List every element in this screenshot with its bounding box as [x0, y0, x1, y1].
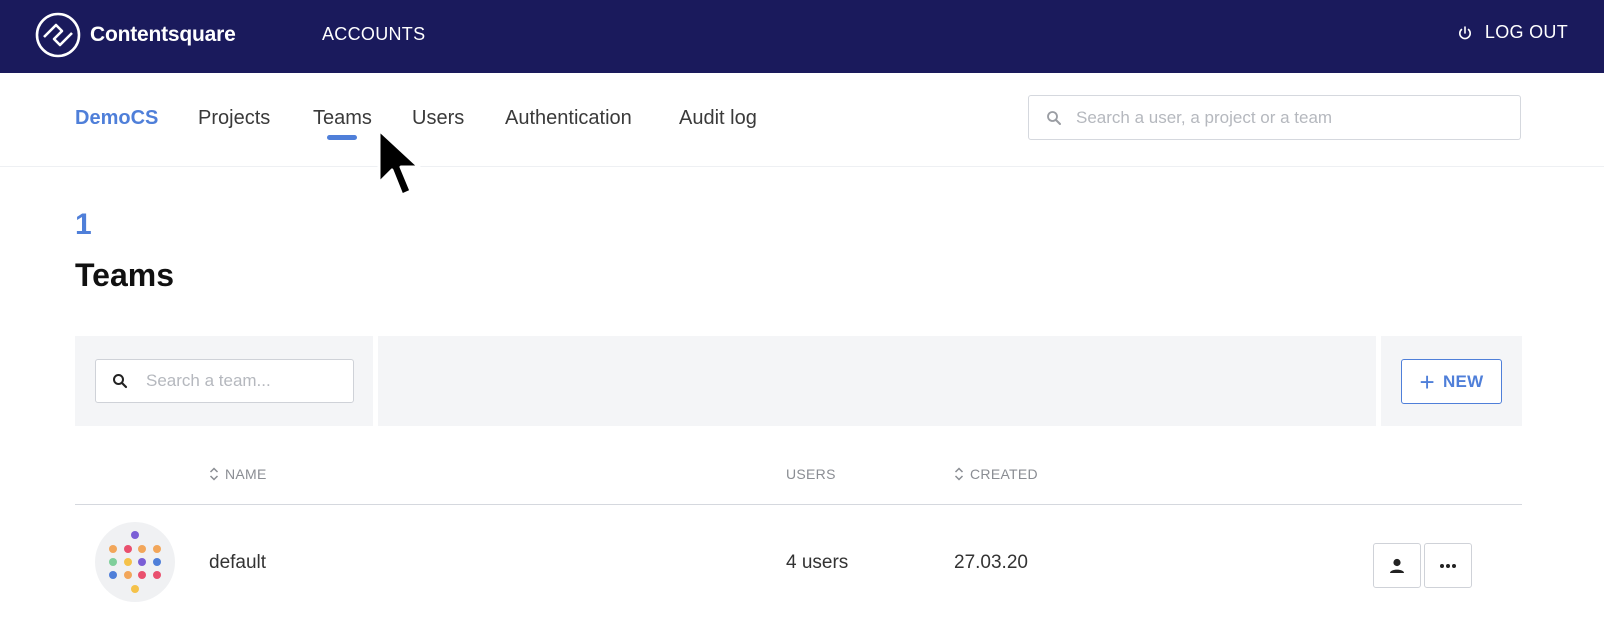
- sort-icon: [209, 467, 219, 481]
- logout-button[interactable]: LOG OUT: [1457, 22, 1568, 43]
- global-search-box[interactable]: [1028, 95, 1521, 140]
- toolbar-spacer-panel: [378, 336, 1376, 426]
- team-avatar: [95, 522, 175, 602]
- cursor-icon: [377, 128, 421, 197]
- new-team-button[interactable]: + NEW: [1401, 359, 1502, 404]
- sort-icon: [954, 467, 964, 481]
- new-button-label: NEW: [1442, 371, 1484, 391]
- column-header-created-label: CREATED: [970, 466, 1038, 482]
- contentsquare-logo-icon: [35, 12, 81, 58]
- brand-name: Contentsquare: [90, 23, 236, 46]
- global-search-input[interactable]: [1076, 107, 1496, 128]
- sub-navigation: DemoCS Projects Teams Users Authenticati…: [0, 73, 1604, 167]
- account-name-link[interactable]: DemoCS: [75, 107, 158, 130]
- team-users-count: 4 users: [786, 552, 849, 573]
- team-name[interactable]: default: [209, 552, 266, 574]
- column-header-created[interactable]: CREATED: [954, 466, 1038, 482]
- team-search-box[interactable]: [95, 359, 354, 403]
- team-count: 1: [75, 208, 92, 241]
- search-icon: [1047, 110, 1061, 125]
- tab-authentication[interactable]: Authentication: [505, 107, 632, 130]
- team-avatar-dots: [109, 531, 161, 593]
- power-icon: [1458, 25, 1471, 39]
- team-created-date: 27.03.20: [954, 552, 1028, 573]
- brand-logo[interactable]: Contentsquare: [34, 11, 236, 59]
- plus-icon: +: [1419, 366, 1435, 397]
- column-header-name[interactable]: NAME: [209, 466, 267, 482]
- column-header-name-label: NAME: [225, 466, 267, 482]
- tab-audit-log[interactable]: Audit log: [679, 107, 757, 130]
- search-icon: [113, 374, 128, 389]
- accounts-nav-link[interactable]: ACCOUNTS: [322, 24, 425, 45]
- team-search-input[interactable]: [146, 371, 326, 391]
- page-title: Teams: [75, 257, 175, 293]
- manage-users-button[interactable]: [1373, 543, 1421, 588]
- active-tab-indicator: [327, 135, 357, 140]
- column-header-users: USERS: [786, 466, 836, 482]
- more-options-button[interactable]: [1424, 543, 1472, 588]
- tab-teams[interactable]: Teams: [313, 107, 372, 130]
- user-icon: [1390, 558, 1404, 573]
- top-bar: Contentsquare ACCOUNTS LOG OUT: [0, 0, 1604, 73]
- logout-label: LOG OUT: [1484, 22, 1568, 42]
- column-header-users-label: USERS: [786, 466, 836, 482]
- table-header-divider: [75, 504, 1522, 505]
- tab-projects[interactable]: Projects: [198, 107, 270, 130]
- more-horizontal-icon: [1440, 563, 1456, 568]
